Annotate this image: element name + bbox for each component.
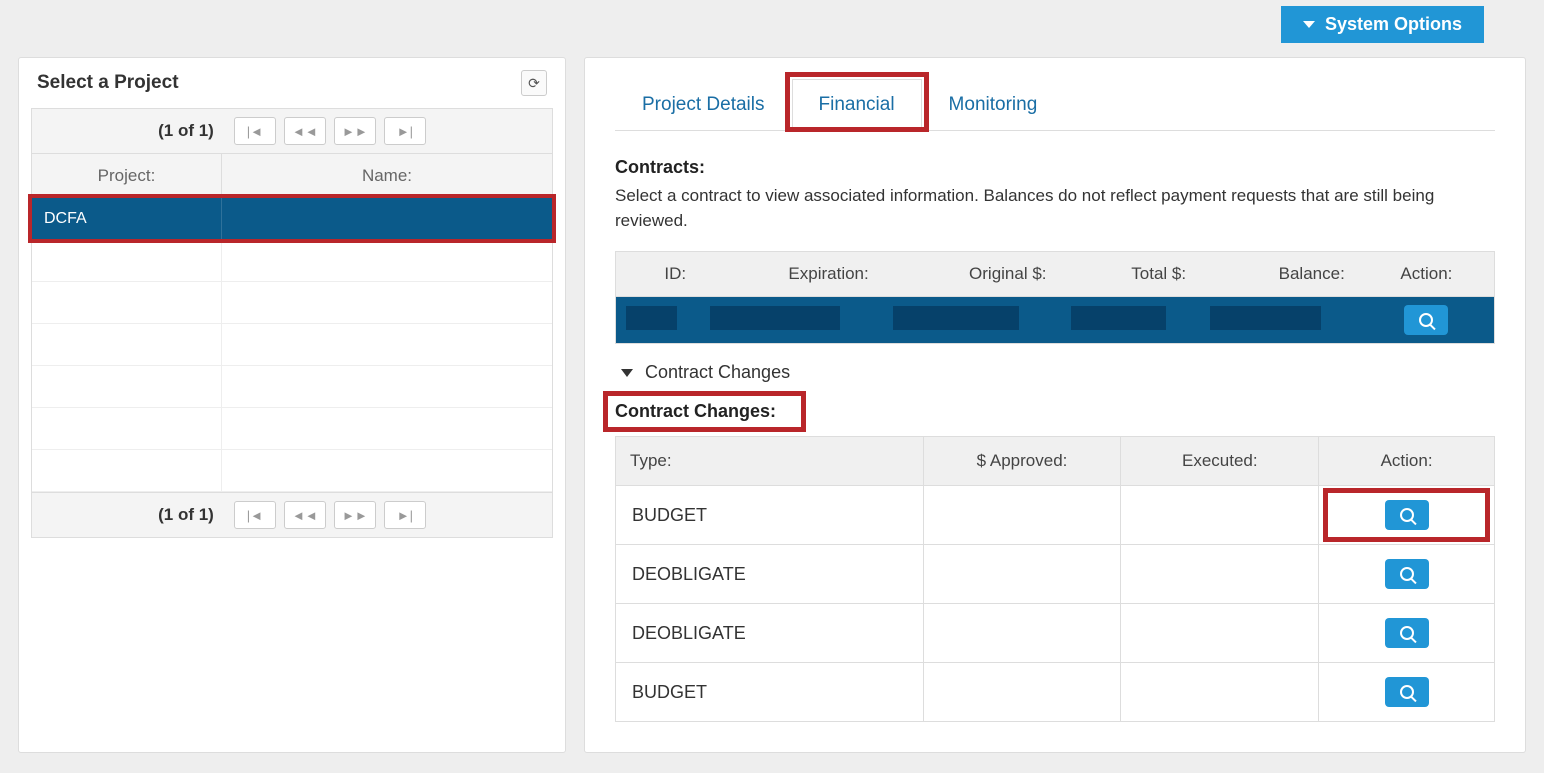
contracts-th-total: Total $: xyxy=(1061,252,1201,297)
project-row[interactable] xyxy=(32,282,552,324)
cc-view-button[interactable] xyxy=(1385,677,1429,707)
project-row[interactable] xyxy=(32,324,552,366)
cc-approved xyxy=(923,545,1121,604)
select-project-title: Select a Project xyxy=(37,72,179,94)
refresh-button[interactable]: ⟳ xyxy=(521,70,547,96)
pager-prev-button[interactable]: ◄◄ xyxy=(284,501,326,529)
pager-last-button[interactable]: ►| xyxy=(384,501,426,529)
pager-first-button[interactable]: |◄ xyxy=(234,501,276,529)
contracts-th-expiration: Expiration: xyxy=(700,252,883,297)
contracts-th-original: Original $: xyxy=(883,252,1061,297)
project-header-name: Name: xyxy=(222,154,552,198)
contract-row[interactable] xyxy=(616,297,1495,344)
contract-changes-table: Type: $ Approved: Executed: Action: BUDG… xyxy=(615,436,1495,722)
cc-action-cell xyxy=(1319,486,1495,545)
project-row-selected[interactable]: DCFA xyxy=(32,198,552,240)
search-icon xyxy=(1400,508,1414,522)
contract-changes-toggle[interactable]: Contract Changes xyxy=(621,362,1495,383)
cc-view-button[interactable] xyxy=(1385,559,1429,589)
pager-top: (1 of 1) |◄ ◄◄ ►► ►| xyxy=(31,108,553,154)
contract-expiration xyxy=(710,306,840,330)
project-header-project: Project: xyxy=(32,154,222,198)
contract-changes-toggle-label: Contract Changes xyxy=(645,362,790,383)
cc-action-cell xyxy=(1319,663,1495,722)
project-row[interactable] xyxy=(32,240,552,282)
project-cell-project: DCFA xyxy=(32,198,222,239)
project-table-body: DCFA xyxy=(31,198,553,492)
cc-action-cell xyxy=(1319,604,1495,663)
contracts-th-id: ID: xyxy=(616,252,701,297)
search-icon xyxy=(1400,626,1414,640)
cc-row: DEOBLIGATE xyxy=(616,545,1495,604)
search-icon xyxy=(1400,567,1414,581)
cc-executed xyxy=(1121,604,1319,663)
refresh-icon: ⟳ xyxy=(528,75,540,92)
cc-approved xyxy=(923,486,1121,545)
cc-view-button[interactable] xyxy=(1385,500,1429,530)
pager-first-button[interactable]: |◄ xyxy=(234,117,276,145)
select-project-panel: Select a Project ⟳ (1 of 1) |◄ ◄◄ ►► ►| … xyxy=(18,57,566,753)
project-row[interactable] xyxy=(32,366,552,408)
contracts-desc: Select a contract to view associated inf… xyxy=(615,184,1495,233)
caret-down-icon xyxy=(1303,21,1315,28)
cc-row: BUDGET xyxy=(616,486,1495,545)
caret-down-icon xyxy=(621,369,633,377)
pager-next-button[interactable]: ►► xyxy=(334,501,376,529)
system-options-button[interactable]: System Options xyxy=(1281,6,1484,43)
contract-view-button[interactable] xyxy=(1404,305,1448,335)
contracts-th-balance: Balance: xyxy=(1200,252,1359,297)
details-panel: Project Details Financial Monitoring Con… xyxy=(584,57,1526,753)
cc-action-cell xyxy=(1319,545,1495,604)
cc-row: BUDGET xyxy=(616,663,1495,722)
search-icon xyxy=(1400,685,1414,699)
search-icon xyxy=(1419,313,1433,327)
contracts-table: ID: Expiration: Original $: Total $: Bal… xyxy=(615,251,1495,344)
project-row[interactable] xyxy=(32,408,552,450)
tab-monitoring[interactable]: Monitoring xyxy=(922,79,1065,131)
pager-prev-button[interactable]: ◄◄ xyxy=(284,117,326,145)
contracts-title: Contracts: xyxy=(615,157,1495,178)
cc-type: BUDGET xyxy=(616,663,924,722)
pager-label-bottom: (1 of 1) xyxy=(158,505,214,525)
system-options-label: System Options xyxy=(1325,14,1462,35)
cc-view-button[interactable] xyxy=(1385,618,1429,648)
cc-approved xyxy=(923,604,1121,663)
pager-last-button[interactable]: ►| xyxy=(384,117,426,145)
cc-th-executed: Executed: xyxy=(1121,437,1319,486)
cc-th-type: Type: xyxy=(616,437,924,486)
tab-project-details[interactable]: Project Details xyxy=(615,79,792,131)
contract-balance xyxy=(1210,306,1321,330)
contract-total xyxy=(1071,306,1167,330)
cc-executed xyxy=(1121,486,1319,545)
contracts-th-action: Action: xyxy=(1359,252,1495,297)
cc-type: DEOBLIGATE xyxy=(616,545,924,604)
project-row[interactable] xyxy=(32,450,552,492)
contract-changes-heading: Contract Changes: xyxy=(615,401,776,422)
cc-approved xyxy=(923,663,1121,722)
cc-type: DEOBLIGATE xyxy=(616,604,924,663)
contract-id xyxy=(626,306,677,330)
contract-changes-heading-wrap: Contract Changes: xyxy=(615,401,776,422)
cc-th-approved: $ Approved: xyxy=(923,437,1121,486)
tabs: Project Details Financial Monitoring xyxy=(615,78,1495,131)
project-table-header: Project: Name: xyxy=(31,154,553,198)
project-cell-name xyxy=(222,198,552,239)
pager-next-button[interactable]: ►► xyxy=(334,117,376,145)
contract-original xyxy=(893,306,1019,330)
tab-financial[interactable]: Financial xyxy=(792,79,922,131)
cc-row: DEOBLIGATE xyxy=(616,604,1495,663)
cc-executed xyxy=(1121,663,1319,722)
pager-bottom: (1 of 1) |◄ ◄◄ ►► ►| xyxy=(31,492,553,538)
pager-label: (1 of 1) xyxy=(158,121,214,141)
cc-th-action: Action: xyxy=(1319,437,1495,486)
cc-executed xyxy=(1121,545,1319,604)
cc-type: BUDGET xyxy=(616,486,924,545)
